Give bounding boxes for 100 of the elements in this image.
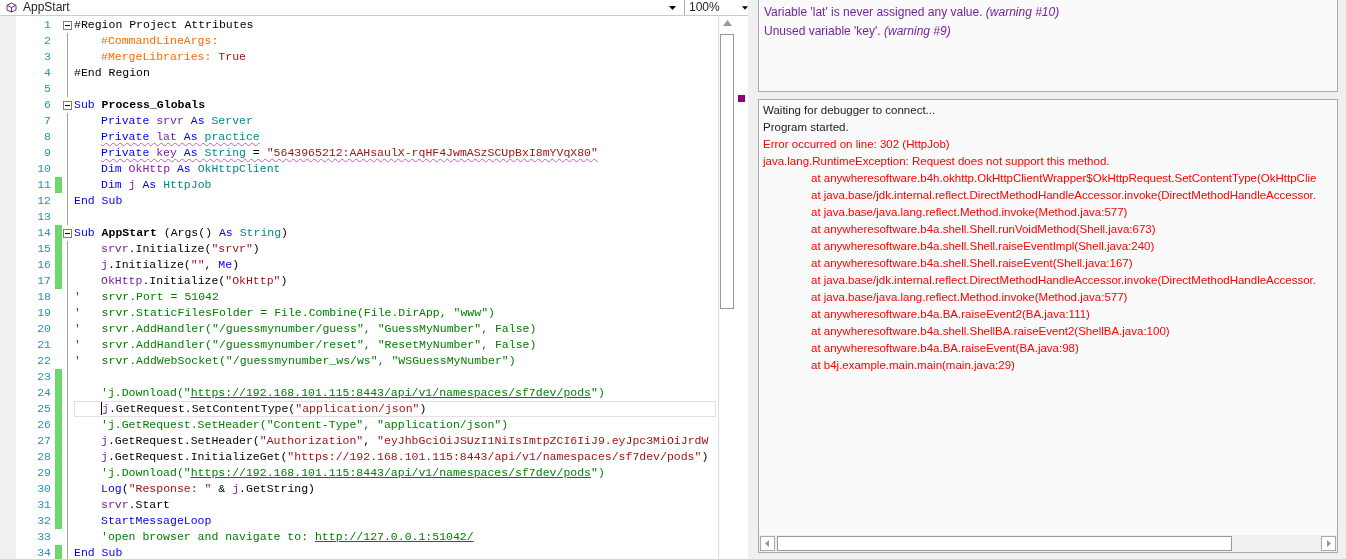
- line-number: 29: [36, 465, 52, 481]
- zoom-value: 100%: [689, 0, 721, 15]
- error-message: Error occurred on line: 302 (HttpJob): [763, 138, 950, 150]
- code-line: Private lat As practice: [100, 129, 261, 145]
- stack-trace-line: at java.base/jdk.internal.reflect.DirectMethodHandleAccessor.invoke(DirectMethodHandleAccessor.: [811, 189, 1316, 201]
- warning-message[interactable]: Variable 'lat' is never assigned any value. (warning #10): [764, 3, 1332, 22]
- line-number: 32: [36, 513, 52, 529]
- stack-trace-line: at anywheresoftware.b4h.okhttp.OkHttpClientWrapper$OkHttpRequest.SetContentType(OkHttpClie: [811, 172, 1317, 184]
- code-line: Log("Response: " & j.GetString): [100, 481, 316, 497]
- code-line: 'open browser and navigate to: http://127.0.0.1:51042/: [100, 529, 475, 545]
- stack-trace-line: at anywheresoftware.b4a.shell.ShellBA.raiseEvent2(ShellBA.java:100): [811, 325, 1170, 337]
- code-line: End Sub: [74, 193, 124, 209]
- cube-icon: [6, 2, 17, 13]
- line-number: 9: [43, 145, 52, 161]
- line-number: 20: [36, 321, 52, 337]
- code-line: srvr.Start: [100, 497, 172, 513]
- collapse-icon[interactable]: [63, 101, 72, 110]
- code-line: #MergeLibraries: True: [100, 49, 247, 65]
- code-line: #CommandLineArgs:: [100, 33, 220, 49]
- line-number: 34: [36, 545, 52, 559]
- stack-trace-line: at anywheresoftware.b4a.shell.Shell.raiseEvent(Shell.java:167): [811, 257, 1133, 269]
- scroll-left-icon[interactable]: [760, 536, 775, 551]
- stack-trace-line: at anywheresoftware.b4a.shell.Shell.runVoidMethod(Shell.java:673): [811, 223, 1156, 235]
- log-message: Program started.: [763, 121, 849, 133]
- stack-trace-line: at anywheresoftware.b4a.BA.raiseEvent(BA.java:98): [811, 342, 1079, 354]
- code-line: Dim j As HttpJob: [100, 177, 213, 193]
- code-line: End Sub: [74, 545, 124, 559]
- line-number: 19: [36, 305, 52, 321]
- line-number: 22: [36, 353, 52, 369]
- line-number: 18: [36, 289, 52, 305]
- collapse-icon[interactable]: [63, 21, 72, 30]
- scroll-thumb[interactable]: [777, 536, 1232, 551]
- line-number: 31: [36, 497, 52, 513]
- line-number: 4: [43, 65, 52, 81]
- line-number: 28: [36, 449, 52, 465]
- stack-trace-line: at anywheresoftware.b4a.BA.raiseEvent2(BA.java:111): [811, 308, 1090, 320]
- code-line: Sub Process_Globals: [74, 97, 207, 113]
- code-line: Private key As String = "5643965212:AAHsaulX-rqHF4JwmASzSCUpBxI8mYVqX80": [100, 145, 599, 161]
- line-number: 24: [36, 385, 52, 401]
- code-line: j.GetRequest.SetHeader("Authorization", "eyJhbGciOiJSUzI1NiIsImtpZCI6IiJ9.eyJpc3MiOiJrdW: [100, 433, 710, 449]
- code-line: StartMessageLoop: [100, 513, 213, 529]
- log-message: Waiting for debugger to connect...: [763, 104, 936, 116]
- line-number: 2: [43, 33, 52, 49]
- code-line: ' srvr.Port = 51042: [74, 289, 220, 305]
- code-line: ' srvr.AddHandler("/guessmynumber/guess", "GuessMyNumber", False): [74, 321, 538, 337]
- code-line: ' srvr.AddWebSocket("/guessmynumber_ws/ws", "WSGuessMyNumber"): [74, 353, 517, 369]
- stack-trace-line: at anywheresoftware.b4a.shell.Shell.raiseEventImpl(Shell.java:240): [811, 240, 1155, 252]
- code-line: 'j.GetRequest.SetHeader("Content-Type", "application/json"): [100, 417, 510, 433]
- line-number: 26: [36, 417, 52, 433]
- stack-trace-line: at java.base/jdk.internal.reflect.DirectMethodHandleAccessor.invoke(DirectMethodHandleAccessor.: [811, 274, 1316, 286]
- line-number: 33: [36, 529, 52, 545]
- code-line: ' srvr.AddHandler("/guessmynumber/reset", "ResetMyNumber", False): [74, 337, 538, 353]
- error-message: java.lang.RuntimeException: Request does not support this method.: [763, 155, 1110, 167]
- module-dropdown[interactable]: AppStart: [0, 0, 685, 15]
- line-number: 13: [36, 209, 52, 225]
- stack-trace-line: at java.base/java.lang.reflect.Method.invoke(Method.java:577): [811, 291, 1128, 303]
- warning-message[interactable]: Unused variable 'key'. (warning #9): [764, 22, 1332, 41]
- stack-trace-line: at java.base/java.lang.reflect.Method.invoke(Method.java:577): [811, 206, 1128, 218]
- scroll-thumb[interactable]: [720, 34, 734, 309]
- zoom-dropdown[interactable]: 100%: [685, 0, 748, 15]
- code-line: j.GetRequest.SetContentType("application/json"): [74, 401, 716, 417]
- warning-marker: [738, 95, 745, 102]
- line-number: 11: [36, 177, 52, 193]
- line-number: 16: [36, 257, 52, 273]
- line-number: 15: [36, 241, 52, 257]
- horizontal-scrollbar[interactable]: [759, 535, 1337, 552]
- code-line: srvr.Initialize("srvr"): [100, 241, 261, 257]
- line-number: 12: [36, 193, 52, 209]
- code-line: #Region Project Attributes: [74, 17, 255, 33]
- code-line: Private srvr As Server: [100, 113, 254, 129]
- code-line: j.GetRequest.InitializeGet("https://192.168.101.115:8443/api/v1/namespaces/sf7dev/pods"): [100, 449, 710, 465]
- line-number: 5: [43, 81, 52, 97]
- line-number: 30: [36, 481, 52, 497]
- code-line: 'j.Download("https://192.168.101.115:8443/api/v1/namespaces/sf7dev/pods"): [100, 385, 606, 401]
- line-number: 27: [36, 433, 52, 449]
- scroll-up-icon[interactable]: [722, 20, 732, 26]
- caret-icon: [669, 5, 676, 10]
- line-number: 25: [36, 401, 52, 417]
- code-line: OkHttp.Initialize("OkHttp"): [100, 273, 289, 289]
- line-number: 1: [43, 17, 52, 33]
- line-number: 17: [36, 273, 52, 289]
- code-line: j.Initialize("", Me): [100, 257, 241, 273]
- line-number: 10: [36, 161, 52, 177]
- module-name: AppStart: [23, 0, 71, 15]
- line-number: 23: [36, 369, 52, 385]
- line-number: 8: [43, 129, 52, 145]
- line-number: 3: [43, 49, 52, 65]
- line-number: 7: [43, 113, 52, 129]
- caret-icon: [742, 5, 748, 10]
- code-line: Sub AppStart (Args() As String): [74, 225, 289, 241]
- vertical-scrollbar[interactable]: [718, 16, 735, 559]
- code-line: 'j.Download("https://192.168.101.115:8443/api/v1/namespaces/sf7dev/pods"): [100, 465, 606, 481]
- code-line: Dim OkHttp As OkHttpClient: [100, 161, 282, 177]
- stack-trace-line: at b4j.example.main.main(main.java:29): [811, 359, 1015, 371]
- line-number: 6: [43, 97, 52, 113]
- code-line: ' srvr.StaticFilesFolder = File.Combine(File.DirApp, "www"): [74, 305, 496, 321]
- scroll-right-icon[interactable]: [1321, 536, 1336, 551]
- collapse-icon[interactable]: [63, 229, 72, 238]
- code-line: #End Region: [74, 65, 151, 81]
- line-number: 21: [36, 337, 52, 353]
